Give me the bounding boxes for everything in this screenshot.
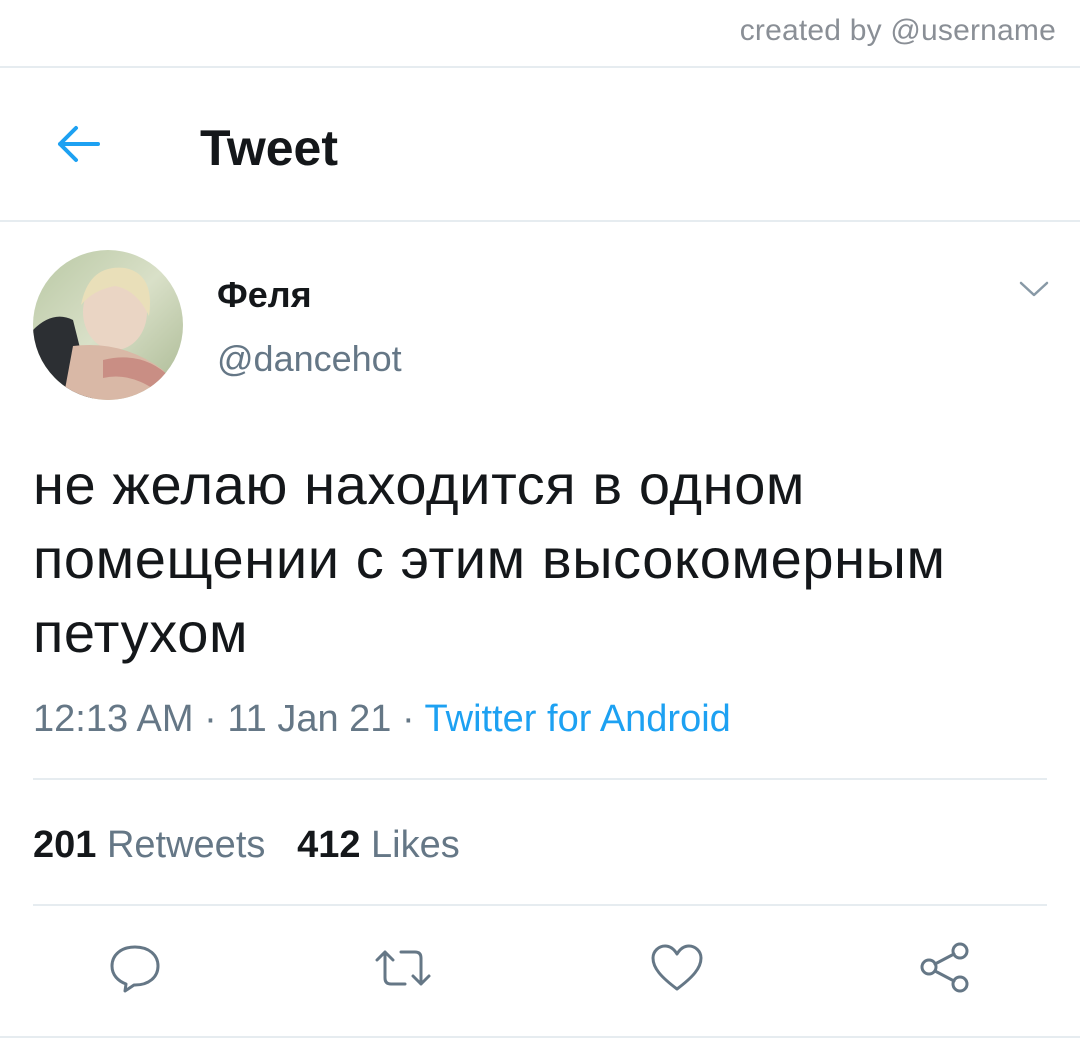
avatar[interactable] [33,250,183,400]
heart-icon [649,942,705,999]
tweet-meta: 12:13 AM · 11 Jan 21 · Twitter for Andro… [33,696,731,742]
header-divider [0,220,1080,222]
retweet-button[interactable] [368,940,438,1000]
arrow-left-icon [54,124,102,169]
tweet-source-link[interactable]: Twitter for Android [425,698,731,740]
meta-divider [33,778,1047,780]
meta-separator: · [193,698,228,740]
retweets-count: 201 [33,824,97,866]
top-divider [0,66,1080,68]
credit-text: created by @username [739,14,1056,47]
like-button[interactable] [642,940,712,1000]
reply-button[interactable] [100,940,170,1000]
retweet-icon [373,946,433,995]
likes-label: Likes [371,824,460,866]
stats-divider [33,904,1047,906]
retweets-stat[interactable]: 201 Retweets [33,824,265,866]
tweet-date: 11 Jan 21 [227,698,392,740]
likes-count: 412 [297,824,361,866]
retweets-label: Retweets [106,824,266,866]
back-button[interactable] [50,118,106,174]
share-icon [915,940,975,1001]
share-button[interactable] [910,940,980,1000]
likes-stat[interactable]: 412 Likes [297,824,460,866]
page-title: Tweet [200,120,338,176]
tweet-time: 12:13 AM [33,698,194,740]
author-display-name[interactable]: Феля [217,274,312,316]
tweet-text: не желаю находится в одном помещении с э… [33,453,946,664]
chevron-down-icon [1019,280,1049,303]
reply-icon [107,942,163,999]
meta-separator: · [391,698,425,740]
author-handle[interactable]: @dancehot [217,338,402,380]
bottom-divider [0,1036,1080,1038]
tweet-stats: 201 Retweets 412 Likes [33,822,460,868]
more-options-button[interactable] [1012,276,1056,306]
